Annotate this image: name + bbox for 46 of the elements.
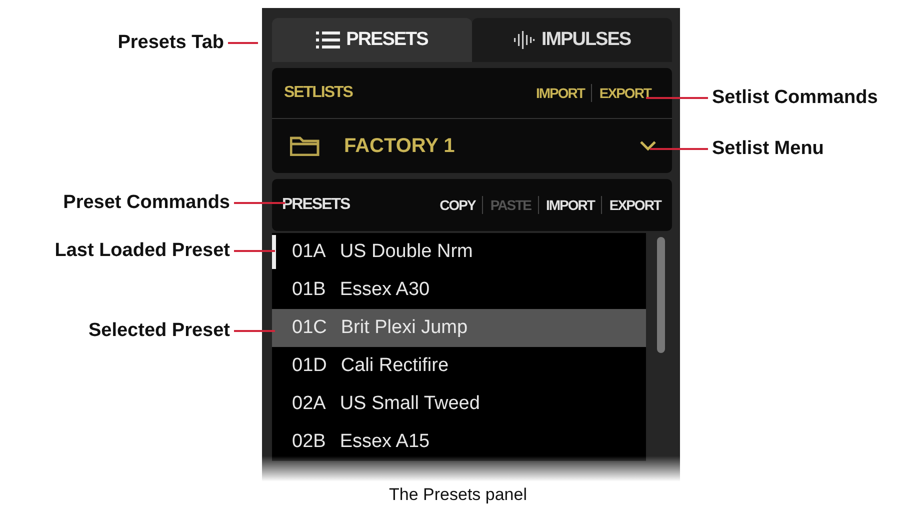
command-link[interactable]: COPY	[432, 197, 482, 213]
chevron-down-icon	[640, 141, 656, 151]
leader-line	[234, 330, 275, 332]
preset-name: Essex A15	[340, 431, 430, 453]
preset-name: US Small Tweed	[340, 393, 480, 415]
preset-row[interactable]: 01C Brit Plexi Jump	[272, 309, 646, 347]
figure-caption: The Presets panel	[389, 485, 527, 504]
leader-line	[234, 250, 275, 252]
list-icon	[316, 31, 340, 49]
preset-slot: 01D	[292, 355, 327, 377]
leader-line	[228, 42, 258, 44]
callout-label: Setlist Commands	[712, 87, 878, 109]
preset-name: Essex A30	[340, 279, 430, 301]
preset-row[interactable]: 02B Essex A15	[272, 423, 646, 461]
scrollbar-thumb[interactable]	[657, 237, 665, 353]
callout-label: Presets Tab	[118, 32, 224, 54]
preset-slot: 02A	[292, 393, 326, 415]
folder-icon	[290, 136, 320, 156]
waveform-icon	[513, 31, 536, 49]
leader-line	[234, 202, 285, 204]
preset-slot: 01B	[292, 279, 326, 301]
preset-name: Brit Plexi Jump	[340, 317, 468, 339]
callout-label: Preset Commands	[63, 192, 230, 214]
preset-row[interactable]: 01D Cali Rectifire	[272, 347, 646, 385]
command-link[interactable]: EXPORT	[592, 85, 658, 101]
preset-row[interactable]: 01A US Double Nrm	[272, 233, 646, 271]
setlist-dropdown[interactable]: FACTORY 1	[272, 119, 672, 173]
preset-row[interactable]: 01B Essex A30	[272, 271, 646, 309]
leader-line	[646, 97, 708, 99]
preset-name: US Double Nrm	[340, 241, 473, 263]
preset-slot: 02B	[292, 431, 326, 453]
command-link[interactable]: IMPORT	[538, 197, 602, 213]
callout-label: Setlist Menu	[712, 138, 824, 160]
preset-slot: 01A	[292, 241, 326, 263]
command-link[interactable]: IMPORT	[528, 85, 592, 101]
preset-slot: 01C	[292, 317, 327, 339]
section-title: PRESETS	[282, 196, 350, 214]
preset-name: Cali Rectifire	[340, 355, 449, 377]
panel-tab[interactable]: IMPULSES	[472, 18, 672, 62]
section-title: SETLISTS	[284, 84, 352, 102]
preset-row[interactable]: 02A US Small Tweed	[272, 385, 646, 423]
panel-tab[interactable]: PRESETS	[272, 18, 472, 62]
callout-label: Last Loaded Preset	[54, 240, 230, 262]
callout-label: Selected Preset	[88, 320, 230, 342]
command-link[interactable]: EXPORT	[602, 197, 668, 213]
leader-line	[650, 148, 708, 150]
